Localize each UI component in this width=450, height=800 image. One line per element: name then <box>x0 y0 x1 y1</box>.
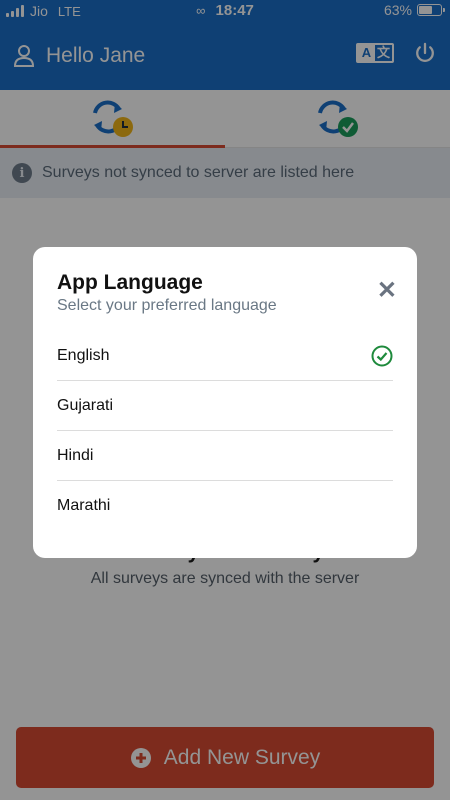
language-option-hindi[interactable]: Hindi <box>57 431 393 481</box>
language-option-gujarati[interactable]: Gujarati <box>57 381 393 431</box>
language-list: English Gujarati Hindi Marathi <box>57 331 393 531</box>
dialog-subtitle: Select your preferred language <box>57 297 277 314</box>
language-option-english[interactable]: English <box>57 331 393 381</box>
dialog-title: App Language <box>57 271 203 294</box>
check-circle-icon <box>371 345 393 366</box>
language-option-label: Marathi <box>57 497 111 514</box>
close-icon[interactable]: ✕ <box>377 279 397 303</box>
language-option-label: Gujarati <box>57 396 114 414</box>
language-option-label: Hindi <box>57 446 94 464</box>
language-option-marathi[interactable]: Marathi <box>57 481 393 531</box>
language-dialog: App Language Select your preferred langu… <box>33 247 417 558</box>
language-option-label: English <box>57 346 110 364</box>
